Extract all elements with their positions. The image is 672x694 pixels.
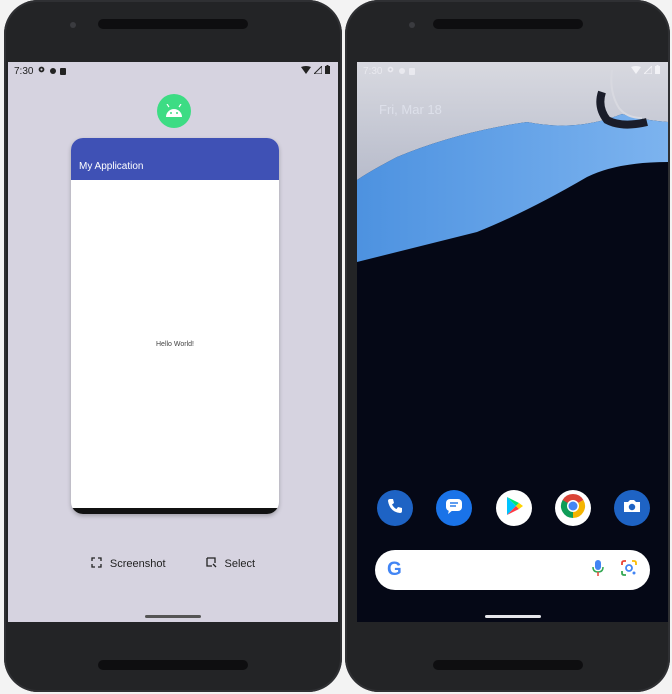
earpiece-speaker: [98, 19, 248, 29]
sd-card-icon: [60, 67, 67, 75]
play-store-icon: [504, 495, 524, 522]
hello-text: Hello World!: [156, 340, 194, 348]
screenshot-button[interactable]: Screenshot: [91, 557, 166, 571]
settings-gear-icon: [386, 65, 395, 77]
chrome-app[interactable]: [554, 490, 591, 526]
phone-app[interactable]: [377, 490, 413, 526]
wallpaper: [357, 62, 668, 622]
notification-dot-icon: [399, 68, 406, 74]
battery-icon: [325, 65, 330, 77]
sd-card-icon: [409, 67, 416, 75]
google-logo: G: [387, 559, 402, 580]
android-robot-icon: [166, 104, 182, 117]
bottom-speaker: [98, 660, 248, 670]
camera-app[interactable]: [614, 490, 650, 526]
notification-dot-icon: [50, 68, 57, 74]
wifi-icon: [301, 65, 311, 77]
gesture-home-bar[interactable]: [145, 615, 201, 618]
right-screen-home: 7:30 Fri, Mar 18 G: [357, 62, 668, 622]
battery-icon: [655, 65, 660, 77]
app-dock: [377, 490, 650, 526]
app-bar: My Application: [71, 138, 279, 180]
camera-icon: [622, 498, 642, 519]
android-app-icon[interactable]: [157, 94, 191, 128]
select-icon: [205, 557, 217, 571]
at-a-glance-date[interactable]: Fri, Mar 18: [379, 102, 442, 117]
front-camera: [409, 22, 415, 28]
messages-app[interactable]: [436, 490, 473, 526]
chrome-icon: [558, 491, 588, 526]
earpiece-speaker: [432, 19, 583, 29]
left-screen-recents: 7:30 My Application Hello World! Screens…: [8, 62, 338, 622]
app-content: Hello World!: [71, 180, 279, 508]
status-bar: 7:30: [8, 62, 338, 80]
signal-icon: [312, 64, 323, 77]
status-time: 7:30: [363, 65, 383, 77]
messages-icon: [444, 497, 464, 520]
gesture-home-bar[interactable]: [484, 615, 541, 618]
google-search-bar[interactable]: G: [375, 550, 650, 590]
screenshot-icon: [91, 557, 102, 571]
settings-gear-icon: [37, 65, 46, 77]
phone-icon: [386, 497, 404, 520]
select-label: Select: [224, 558, 256, 570]
google-lens-icon[interactable]: [620, 559, 638, 582]
recent-app-card[interactable]: My Application Hello World!: [71, 138, 279, 514]
wifi-icon: [631, 65, 641, 77]
select-button[interactable]: Select: [205, 557, 256, 571]
right-phone-frame: 7:30 Fri, Mar 18 G: [345, 0, 670, 692]
app-title: My Application: [79, 161, 144, 172]
screenshot-label: Screenshot: [109, 558, 166, 570]
status-time: 7:30: [14, 65, 34, 77]
signal-icon: [642, 64, 653, 77]
card-bottom-edge: [71, 508, 279, 514]
left-phone-frame: 7:30 My Application Hello World! Screens…: [4, 0, 342, 692]
play-store-app[interactable]: [495, 490, 532, 526]
bottom-speaker: [432, 660, 583, 670]
status-bar: 7:30: [357, 62, 668, 80]
front-camera: [70, 22, 76, 28]
recents-actions: Screenshot Select: [8, 557, 338, 571]
microphone-icon[interactable]: [592, 559, 604, 582]
